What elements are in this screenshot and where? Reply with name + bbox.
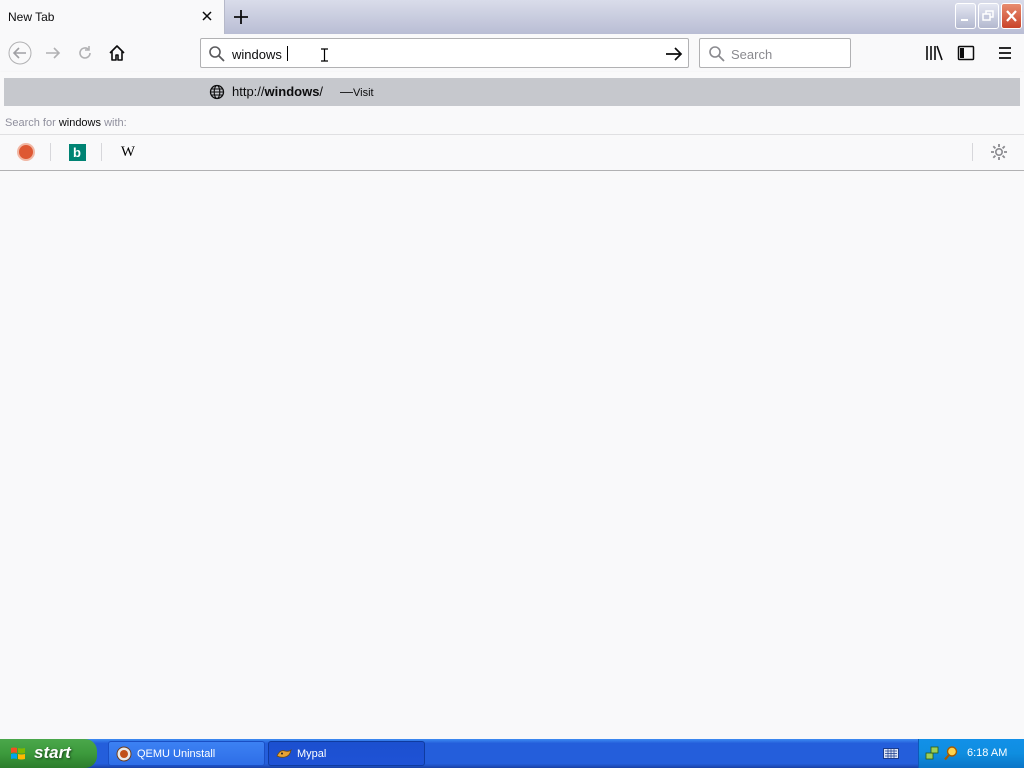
url-bar[interactable]	[200, 38, 689, 68]
library-button[interactable]	[920, 39, 948, 67]
search-with-suffix: with:	[104, 117, 127, 129]
restore-button[interactable]	[978, 3, 999, 29]
bing-icon: b	[68, 143, 86, 161]
duckduckgo-engine-button[interactable]	[16, 142, 36, 162]
ibeam-cursor-icon	[321, 48, 328, 62]
bing-engine-button[interactable]: b	[67, 142, 87, 162]
navigation-toolbar	[0, 34, 1024, 72]
close-tab-icon[interactable]	[199, 8, 215, 24]
back-arrow-icon	[8, 41, 32, 65]
library-icon	[926, 45, 943, 61]
mypal-app-icon	[276, 748, 292, 758]
keyboard-language-icon[interactable]	[883, 746, 899, 760]
search-with-label: Search for windows with:	[5, 117, 127, 129]
forward-button[interactable]	[39, 39, 67, 67]
go-arrow-icon[interactable]	[663, 43, 685, 65]
back-button[interactable]	[6, 39, 34, 67]
autocomplete-result-row[interactable]: http://windows/ — Visit	[4, 78, 1020, 106]
result-url: http://windows/	[232, 84, 323, 99]
close-window-button[interactable]	[1001, 3, 1022, 29]
forward-arrow-icon	[46, 47, 61, 59]
minimize-button[interactable]	[955, 3, 976, 29]
reload-button[interactable]	[71, 39, 99, 67]
engine-divider	[972, 143, 973, 161]
minimize-icon	[961, 19, 968, 21]
home-button[interactable]	[103, 39, 131, 67]
hamburger-menu-icon	[999, 47, 1011, 59]
sidebar-icon	[957, 45, 975, 61]
result-url-suffix: /	[319, 84, 324, 99]
sidebar-button[interactable]	[952, 39, 980, 67]
page-content-area	[0, 171, 1024, 739]
gear-icon[interactable]	[989, 142, 1009, 162]
search-tray-icon[interactable]	[943, 745, 959, 761]
text-caret	[287, 46, 288, 61]
home-icon	[109, 45, 125, 61]
search-icon	[709, 46, 725, 62]
engine-divider	[50, 143, 51, 161]
qemu-app-icon	[116, 746, 132, 762]
one-off-search-engines: b W	[0, 134, 1024, 170]
wikipedia-engine-button[interactable]: W	[118, 142, 138, 162]
search-icon	[209, 46, 225, 62]
search-with-query: windows	[58, 117, 101, 129]
url-input[interactable]	[232, 45, 652, 63]
url-autocomplete-popup: http://windows/ — Visit Search for windo…	[0, 72, 1024, 171]
globe-icon	[209, 84, 225, 100]
menu-button[interactable]	[991, 39, 1019, 67]
clock: 6:18 AM	[967, 747, 1008, 759]
windows-taskbar: start QEMU Uninstall Mypal 6:18 AM	[0, 739, 1024, 768]
tab-title: New Tab	[8, 10, 55, 24]
search-bar[interactable]	[699, 38, 851, 68]
windows-logo-icon	[11, 747, 25, 760]
close-window-icon	[1006, 10, 1017, 22]
restore-icon	[982, 10, 994, 21]
network-icon[interactable]	[924, 745, 940, 761]
result-url-prefix: http://	[232, 84, 265, 99]
reload-icon	[79, 46, 91, 59]
result-action-label: Visit	[353, 87, 374, 99]
start-button[interactable]: start	[0, 739, 97, 768]
new-tab-plus-icon[interactable]	[230, 6, 252, 28]
tab-strip: New Tab	[0, 0, 1024, 34]
tab-new-tab[interactable]: New Tab	[0, 0, 225, 34]
duckduckgo-icon	[17, 143, 35, 161]
result-separator: —	[340, 84, 353, 99]
search-with-prefix: Search for	[5, 117, 56, 129]
taskbar-item-qemu-uninstall[interactable]: QEMU Uninstall	[108, 741, 265, 766]
engine-divider	[101, 143, 102, 161]
taskbar-item-mypal[interactable]: Mypal	[268, 741, 425, 766]
taskbar-item-label: QEMU Uninstall	[137, 748, 216, 760]
result-url-host: windows	[264, 84, 320, 99]
taskbar-item-label: Mypal	[297, 748, 327, 760]
wikipedia-icon: W	[120, 143, 136, 160]
system-tray: 6:18 AM	[918, 739, 1024, 768]
start-label: start	[34, 743, 71, 762]
search-input[interactable]	[731, 45, 841, 63]
